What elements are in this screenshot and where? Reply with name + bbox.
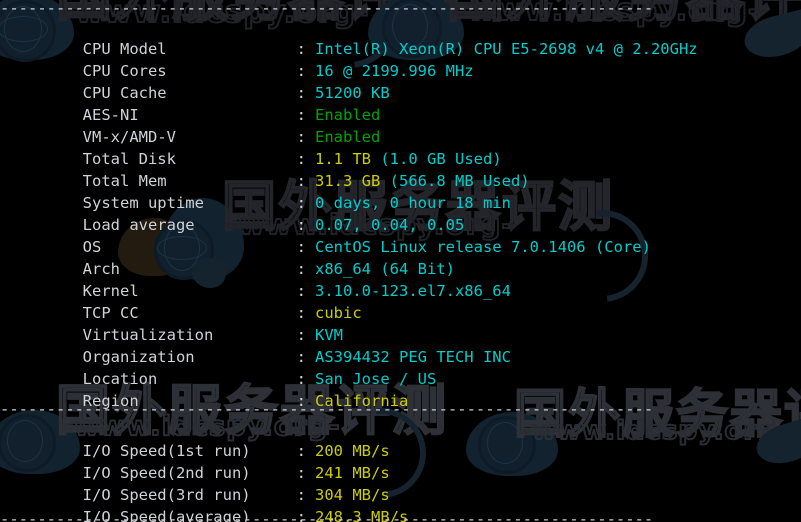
info-value: cubic bbox=[315, 304, 362, 322]
io-row-1st-run: I/O Speed(1st run):200 MB/s bbox=[8, 418, 408, 460]
io-label: I/O Speed(1st run) bbox=[82, 442, 251, 460]
system-info-block: CPU Model: Intel(R) Xeon(R) CPU E5-2698 v… bbox=[8, 16, 698, 410]
info-separator: : bbox=[296, 238, 306, 256]
info-separator: : bbox=[296, 40, 306, 58]
info-value: KVM bbox=[315, 326, 343, 344]
info-value-suffix: (566.8 MB Used) bbox=[380, 172, 530, 190]
info-label: System uptime bbox=[82, 194, 204, 212]
info-value: 51200 KB bbox=[315, 84, 390, 102]
info-label: TCP CC bbox=[82, 304, 139, 322]
info-separator: : bbox=[296, 326, 306, 344]
divider-middle: ----------------------------------------… bbox=[0, 400, 654, 418]
info-separator: : bbox=[296, 194, 306, 212]
io-benchmark-block: I/O Speed(1st run):200 MB/s I/O Speed(2n… bbox=[8, 418, 409, 522]
info-value-suffix: (1.0 GB Used) bbox=[371, 150, 502, 168]
info-label: VM-x/AMD-V bbox=[82, 128, 176, 146]
info-label: Arch bbox=[82, 260, 120, 278]
info-separator: : bbox=[296, 260, 306, 278]
info-label: CPU Cache bbox=[82, 84, 167, 102]
info-label: CPU Model bbox=[82, 40, 167, 58]
info-value: Enabled bbox=[315, 128, 381, 146]
info-value: AS394432 PEG TECH INC bbox=[315, 348, 511, 366]
info-label: Load average bbox=[82, 216, 195, 234]
info-separator: : bbox=[296, 348, 306, 366]
info-separator: : bbox=[296, 216, 306, 234]
divider-bottom: ----------------------------------------… bbox=[0, 510, 654, 522]
io-separator: : bbox=[296, 442, 306, 460]
info-value: 0 days, 0 hour 18 min bbox=[315, 194, 511, 212]
terminal-window: 国外服务器评测 -www.idcspy.org- 国外服务器评测 -www.id… bbox=[0, 0, 801, 522]
info-label: OS bbox=[82, 238, 102, 256]
io-value: 241 MB/s bbox=[315, 464, 390, 482]
io-value: 304 MB/s bbox=[315, 486, 390, 504]
io-value: 200 MB/s bbox=[315, 442, 390, 460]
info-separator: : bbox=[296, 62, 306, 80]
info-label: Total Disk bbox=[82, 150, 176, 168]
info-value: 31.3 GB bbox=[315, 172, 381, 190]
info-separator: : bbox=[296, 172, 306, 190]
info-value: 16 @ 2199.996 MHz bbox=[315, 62, 474, 80]
info-label: CPU Cores bbox=[82, 62, 167, 80]
info-label: Location bbox=[82, 370, 158, 388]
io-separator: : bbox=[296, 486, 306, 504]
info-value: CentOS Linux release 7.0.1406 (Core) bbox=[315, 238, 651, 256]
info-separator: : bbox=[296, 370, 306, 388]
io-separator: : bbox=[296, 464, 306, 482]
info-separator: : bbox=[296, 150, 306, 168]
io-label: I/O Speed(2nd run) bbox=[82, 464, 251, 482]
info-label: Organization bbox=[82, 348, 195, 366]
info-label: AES-NI bbox=[82, 106, 139, 124]
info-label: Kernel bbox=[82, 282, 139, 300]
info-value: 3.10.0-123.el7.x86_64 bbox=[315, 282, 511, 300]
info-value: 0.07, 0.04, 0.05 bbox=[315, 216, 465, 234]
info-separator: : bbox=[296, 128, 306, 146]
info-label: Virtualization bbox=[82, 326, 214, 344]
info-separator: : bbox=[296, 84, 306, 102]
info-separator: : bbox=[296, 106, 306, 124]
info-value: Enabled bbox=[315, 106, 381, 124]
info-value: San Jose / US bbox=[315, 370, 437, 388]
io-label: I/O Speed(3rd run) bbox=[82, 486, 251, 504]
info-value: x86_64 (64 Bit) bbox=[315, 260, 455, 278]
info-value: 1.1 TB bbox=[315, 150, 371, 168]
info-row-cpu-model: CPU Model: Intel(R) Xeon(R) CPU E5-2698 v… bbox=[8, 16, 698, 58]
terminal-text-layer: ----------------------------------------… bbox=[0, 0, 801, 522]
info-separator: : bbox=[296, 304, 306, 322]
info-separator: : bbox=[296, 282, 306, 300]
info-value: Intel(R) Xeon(R) CPU E5-2698 v4 @ 2.20GH… bbox=[315, 40, 698, 58]
info-label: Total Mem bbox=[82, 172, 167, 190]
